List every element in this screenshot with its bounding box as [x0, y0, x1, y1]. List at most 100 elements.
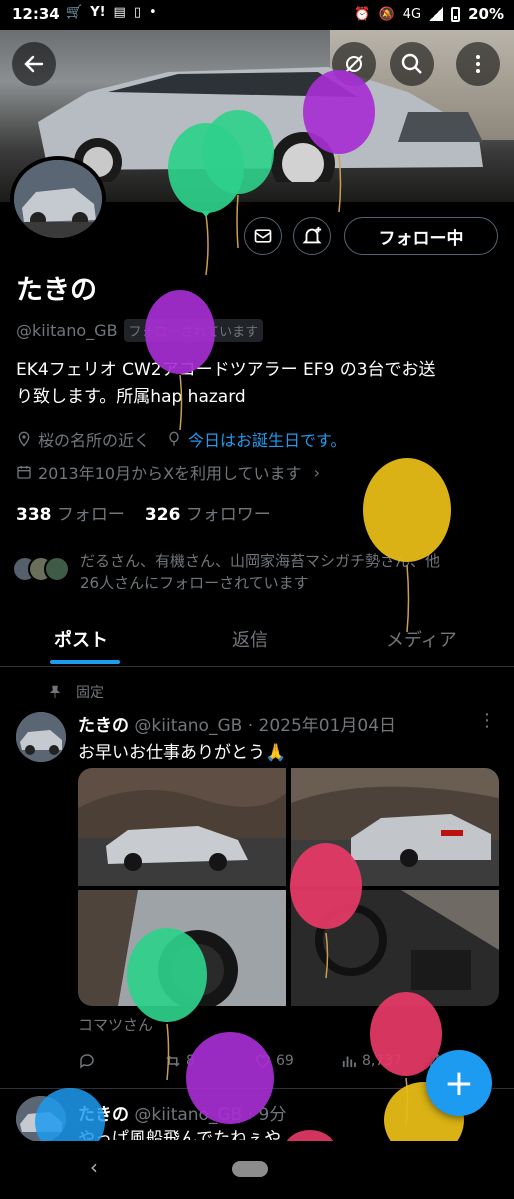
chevron-right-icon[interactable]: ›: [314, 463, 320, 482]
mail-icon: [254, 229, 272, 243]
avatar-car-image: [16, 712, 66, 762]
app-icon: ▯: [133, 5, 141, 20]
status-time: 12:34: [12, 5, 60, 23]
bell-plus-icon: [302, 226, 322, 244]
system-icons: ⏰ 🔕 4G 20%: [354, 5, 504, 23]
post-header: たきの @kiitano_GB · 9分: [78, 1100, 286, 1125]
post-image[interactable]: [78, 768, 286, 886]
post-image[interactable]: [291, 768, 499, 886]
post-handle-date: @kiitano_GB · 2025年01月04日: [134, 716, 397, 736]
battery-level: 20%: [468, 5, 504, 23]
following-count: 338: [16, 505, 52, 525]
post-handle-time: @kiitano_GB · 9分: [134, 1105, 287, 1125]
post-more-icon[interactable]: ⋮: [478, 710, 496, 731]
post-image[interactable]: [78, 890, 286, 1006]
following-button[interactable]: フォロー中: [344, 217, 498, 255]
mute-icon: 🔕: [378, 6, 395, 22]
repost-button[interactable]: 8: [164, 1052, 195, 1070]
post-media-grid: [78, 768, 499, 1006]
calendar-icon: [17, 466, 31, 479]
compose-post-button[interactable]: +: [426, 1050, 492, 1116]
followers-count: 326: [144, 505, 181, 525]
balloon: [363, 458, 451, 633]
followers-label: フォロワー: [185, 505, 271, 525]
avatar-car-image: [14, 160, 102, 238]
more-vertical-icon: [476, 55, 480, 73]
back-arrow-icon: [24, 55, 44, 73]
reply-icon: [80, 1054, 94, 1069]
profile-avatar[interactable]: [10, 156, 106, 242]
repost-count: 8: [186, 1053, 195, 1069]
followed-by-row[interactable]: だるさん、有機さん、山岡家海苔マシガチ勢さん、他 26人さんにフォローされていま…: [12, 550, 514, 594]
location-text: 桜の名所の近く: [38, 431, 151, 450]
profile-bio: EK4フェリオ CW2アコードツアラー EF9 の3台でお送 り致します。所属h…: [16, 357, 502, 411]
cart-icon: 🛒: [66, 5, 83, 20]
yahoo-icon: Y!: [90, 5, 106, 20]
post-author[interactable]: たきの: [78, 1105, 129, 1125]
dot-icon: •: [148, 5, 157, 20]
signal-icon: [429, 7, 444, 21]
follows-you-badge: フォローされています: [123, 319, 264, 342]
tab-replies[interactable]: 返信: [232, 626, 268, 652]
car-photo: [78, 768, 286, 886]
post-avatar[interactable]: [16, 712, 66, 762]
plus-icon: +: [443, 1062, 475, 1104]
wheel-photo: [78, 890, 286, 1006]
post-text: やっぱ風船飛んでたねぇや: [78, 1129, 282, 1140]
status-bar: 12:34 🛒 Y! ▤ ▯ • ⏰ 🔕 4G 20%: [0, 0, 514, 30]
location-icon: [18, 431, 30, 447]
profile-tabs: ポスト 返信 メディア: [0, 612, 514, 667]
notification-bell-button[interactable]: [293, 217, 331, 255]
reply-button[interactable]: [78, 1052, 100, 1070]
grok-button[interactable]: [332, 42, 376, 86]
like-button[interactable]: 69: [254, 1052, 294, 1070]
message-button[interactable]: [244, 217, 282, 255]
heart-icon: [256, 1054, 270, 1068]
bio-line: EK4フェリオ CW2アコードツアラー EF9 の3台でお送: [16, 360, 436, 380]
system-back-icon[interactable]: ‹: [90, 1155, 98, 1179]
followed-by-line: だるさん、有機さん、山岡家海苔マシガチ勢さん、他: [80, 552, 441, 570]
more-options-button[interactable]: [456, 42, 500, 86]
system-home-handle[interactable]: [232, 1161, 268, 1177]
joined-text: 2013年10月からXを利用しています: [38, 464, 302, 483]
pinned-label: 固定: [76, 685, 104, 701]
followed-by-text: だるさん、有機さん、山岡家海苔マシガチ勢さん、他 26人さんにフォローされていま…: [80, 550, 514, 594]
system-nav-bar: ‹: [0, 1141, 514, 1199]
handle-row: @kiitano_GB フォローされています: [16, 319, 264, 342]
profile-meta-location-birthday: 桜の名所の近く 今日はお誕生日です。: [16, 427, 346, 451]
post-image[interactable]: [291, 890, 499, 1006]
following-label: フォロー: [56, 505, 125, 525]
post-avatar[interactable]: [16, 1096, 66, 1142]
pin-icon: [49, 685, 61, 698]
post-header: たきの @kiitano_GB · 2025年01月04日: [78, 711, 396, 736]
profile-meta-joined: 2013年10月からXを利用しています ›: [16, 460, 320, 484]
pinned-label-row: 固定: [48, 682, 104, 702]
tab-media[interactable]: メディア: [386, 626, 457, 652]
network-label: 4G: [402, 6, 422, 22]
grok-icon: [345, 55, 363, 73]
views-button[interactable]: 8,737: [340, 1052, 402, 1070]
car-photo: [291, 768, 499, 886]
post-author[interactable]: たきの: [78, 716, 129, 736]
follow-counts: 338 フォロー 326 フォロワー: [16, 500, 271, 525]
avatar: [44, 556, 70, 582]
profile-handle: @kiitano_GB: [16, 321, 118, 340]
notification-icons: 🛒 Y! ▤ ▯ •: [66, 5, 157, 20]
followers-link[interactable]: 326 フォロワー: [145, 500, 271, 525]
view-count: 8,737: [362, 1053, 403, 1069]
views-icon: [342, 1056, 356, 1067]
following-link[interactable]: 338 フォロー: [16, 500, 125, 525]
post-text: お早いお仕事ありがとう🙏: [78, 743, 287, 763]
search-icon: [401, 53, 422, 74]
birthday-link[interactable]: 今日はお誕生日です。: [188, 427, 346, 451]
back-button[interactable]: [12, 42, 56, 86]
bio-line: り致します。所属hap hazard: [16, 387, 246, 407]
followed-by-line: 26人さんにフォローされています: [80, 574, 309, 592]
tab-posts[interactable]: ポスト: [54, 626, 108, 652]
search-button[interactable]: [390, 42, 434, 86]
like-count: 69: [276, 1053, 294, 1069]
balloon-birthday-icon: [169, 431, 179, 446]
alarm-icon: ⏰: [354, 6, 371, 22]
news-icon: ▤: [113, 5, 126, 20]
followers-avatar-stack: [12, 556, 70, 590]
